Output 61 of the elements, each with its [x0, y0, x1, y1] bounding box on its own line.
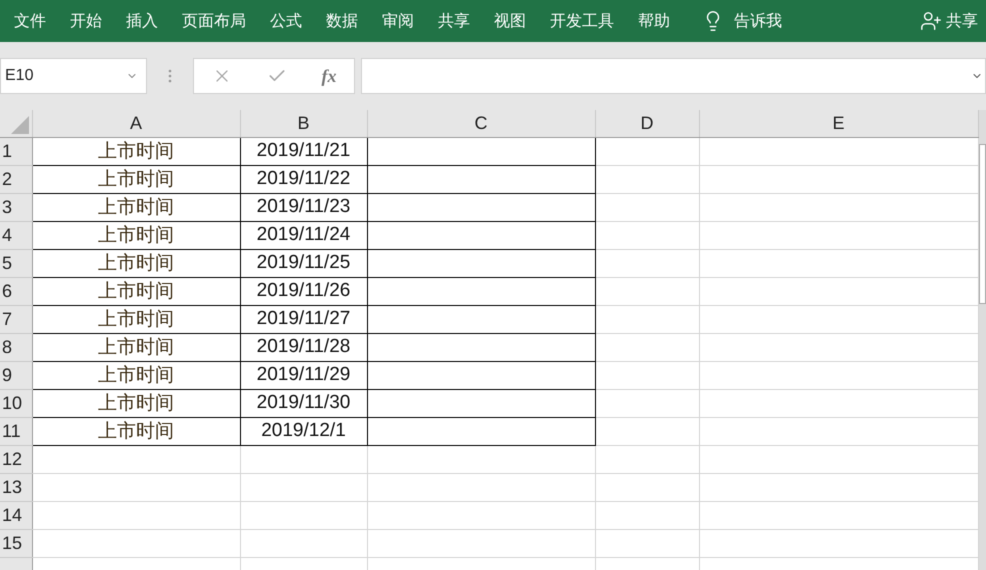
- column-header[interactable]: D: [595, 110, 699, 137]
- user-plus-icon: [920, 10, 942, 32]
- table-cell: 2019/11/23: [240, 193, 367, 221]
- ribbon-tab[interactable]: 页面布局: [182, 10, 246, 32]
- row-header[interactable]: 11: [0, 417, 32, 445]
- column-header[interactable]: E: [699, 110, 978, 137]
- table-cell: 上市时间: [32, 389, 240, 417]
- share-button[interactable]: 共享: [946, 10, 978, 32]
- row-header[interactable]: 3: [0, 193, 32, 221]
- table-cell: 2019/11/28: [240, 333, 367, 361]
- table-cell: 2019/11/21: [240, 137, 367, 165]
- table-cell: 上市时间: [32, 361, 240, 389]
- ribbon-tab[interactable]: 帮助: [638, 10, 670, 32]
- table-cell: 上市时间: [32, 249, 240, 277]
- name-box[interactable]: E10: [0, 58, 147, 94]
- ribbon-tab[interactable]: 文件: [14, 10, 46, 32]
- ribbon-tab[interactable]: 公式: [270, 10, 302, 32]
- ribbon-tab[interactable]: 开发工具: [550, 10, 614, 32]
- ribbon-tab[interactable]: 插入: [126, 10, 158, 32]
- row-header[interactable]: 15: [0, 529, 32, 557]
- table-cell: 2019/11/27: [240, 305, 367, 333]
- table-cell: 2019/11/25: [240, 249, 367, 277]
- table-cell: 上市时间: [32, 305, 240, 333]
- column-header[interactable]: A: [32, 110, 240, 137]
- tell-me-link[interactable]: 告诉我: [734, 10, 782, 32]
- row-header[interactable]: 4: [0, 221, 32, 249]
- row-header[interactable]: 9: [0, 361, 32, 389]
- table-cell: 上市时间: [32, 165, 240, 193]
- row-header[interactable]: 13: [0, 473, 32, 501]
- insert-function-button[interactable]: fx: [322, 66, 336, 86]
- table-cell: 2019/11/22: [240, 165, 367, 193]
- table-cell: 上市时间: [32, 221, 240, 249]
- row-header[interactable]: 8: [0, 333, 32, 361]
- row-header[interactable]: 14: [0, 501, 32, 529]
- row-header[interactable]: 6: [0, 277, 32, 305]
- row-header[interactable]: 12: [0, 445, 32, 473]
- row-header[interactable]: 2: [0, 165, 32, 193]
- table-cell: 上市时间: [32, 333, 240, 361]
- table-cell: 上市时间: [32, 277, 240, 305]
- select-all-corner[interactable]: [0, 110, 32, 137]
- table-cell: 上市时间: [32, 417, 240, 445]
- table-cell: 2019/11/24: [240, 221, 367, 249]
- ribbon-tab[interactable]: 开始: [70, 10, 102, 32]
- table-cell: 2019/11/26: [240, 277, 367, 305]
- table-cell: 2019/12/1: [240, 417, 367, 445]
- table-cell: 上市时间: [32, 137, 240, 165]
- corner-triangle-icon[interactable]: [10, 116, 28, 134]
- table-cell: 上市时间: [32, 193, 240, 221]
- ribbon-tab[interactable]: 视图: [494, 10, 526, 32]
- ribbon-tab[interactable]: 审阅: [382, 10, 414, 32]
- column-header[interactable]: C: [367, 110, 595, 137]
- ribbon-tab[interactable]: 共享: [438, 10, 470, 32]
- row-header[interactable]: 7: [0, 305, 32, 333]
- grip-icon: [168, 68, 172, 84]
- table-cell: 2019/11/29: [240, 361, 367, 389]
- row-header[interactable]: 5: [0, 249, 32, 277]
- table-cell: 2019/11/30: [240, 389, 367, 417]
- ribbon-tab[interactable]: 数据: [326, 10, 358, 32]
- row-header[interactable]: 10: [0, 389, 32, 417]
- row-header[interactable]: 1: [0, 137, 32, 165]
- column-header[interactable]: B: [240, 110, 367, 137]
